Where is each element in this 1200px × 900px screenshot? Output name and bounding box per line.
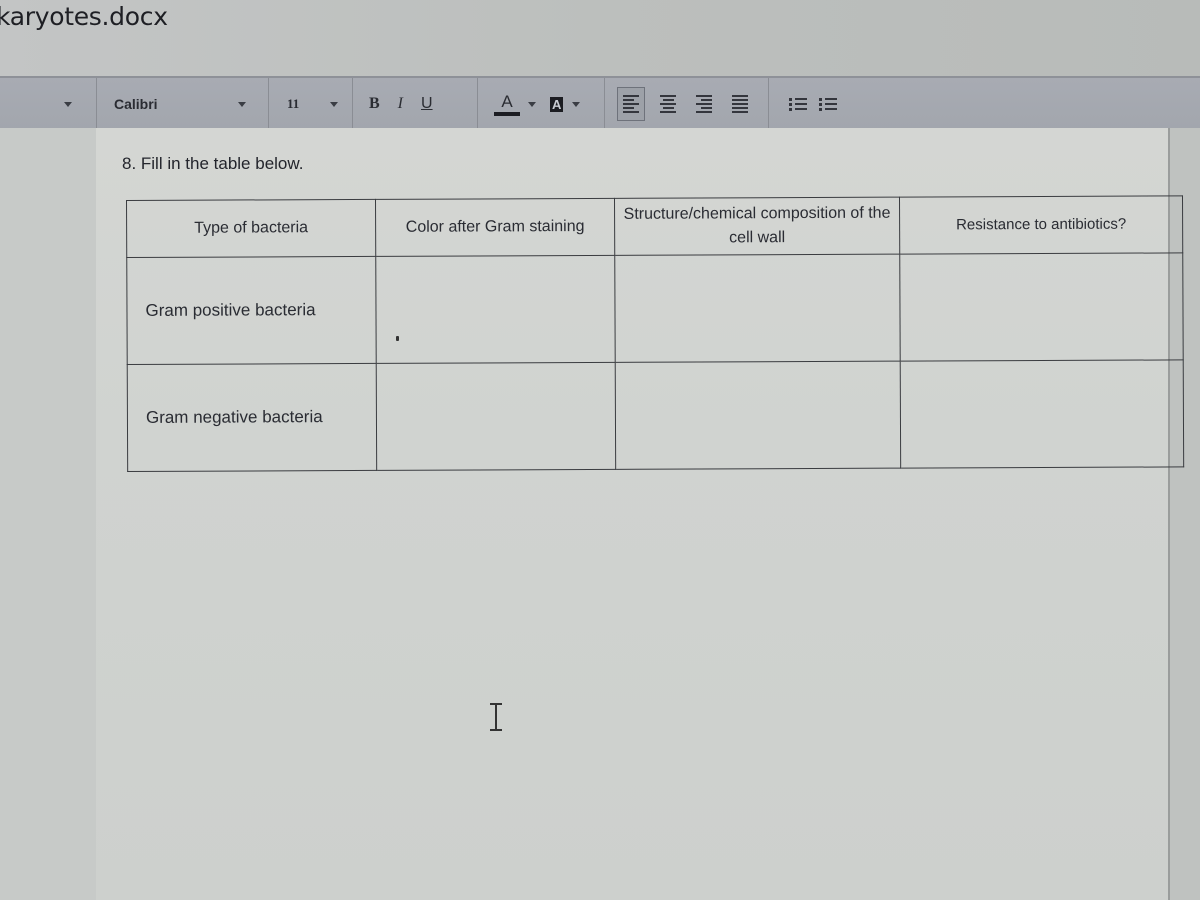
font-size-dropdown[interactable]: 11 [269, 78, 353, 130]
cell-resistance[interactable] [900, 359, 1184, 469]
instruction-text: 8. Fill in the table below. [122, 154, 304, 173]
text-style-group: B I U [353, 78, 478, 130]
style-dropdown[interactable] [0, 78, 97, 130]
highlight-color-button[interactable]: A [550, 96, 564, 112]
document-title: karyotes.docx [0, 2, 168, 31]
header-structure[interactable]: Structure/chemical composition of the ce… [614, 197, 900, 256]
highlight-dropdown-icon[interactable] [572, 101, 581, 107]
cell-structure[interactable] [614, 254, 901, 363]
chevron-down-icon [64, 101, 72, 107]
font-color-button[interactable]: A [494, 92, 520, 116]
align-right-icon [696, 95, 712, 113]
cell-color[interactable] [375, 255, 616, 364]
font-size-value: 11 [287, 96, 300, 111]
alignment-group [605, 78, 769, 130]
color-group: A A [478, 78, 605, 130]
chevron-down-icon [330, 101, 338, 107]
table-row: Gram negative bacteria [127, 359, 1184, 472]
font-name-dropdown[interactable]: Calibri [97, 78, 269, 130]
font-color-dropdown-icon[interactable] [528, 101, 536, 107]
font-color-swatch [494, 112, 520, 116]
bulleted-list-button[interactable] [819, 97, 837, 111]
align-center-button[interactable] [655, 88, 681, 120]
align-right-button[interactable] [691, 88, 717, 120]
numbered-list-button[interactable] [789, 97, 807, 111]
cell-structure[interactable] [615, 361, 901, 470]
table-header-row: Type of bacteria Color after Gram staini… [126, 195, 1183, 258]
align-center-icon [660, 95, 676, 113]
align-left-button[interactable] [617, 87, 645, 121]
formatting-toolbar: Calibri 11 B I U A A [0, 76, 1200, 130]
ibeam-cursor-icon [490, 703, 502, 731]
cell-type[interactable]: Gram negative bacteria [127, 363, 377, 472]
left-margin [0, 128, 96, 900]
header-color[interactable]: Color after Gram staining [375, 198, 615, 257]
list-group [769, 78, 879, 130]
header-type[interactable]: Type of bacteria [126, 199, 376, 258]
underline-button[interactable]: U [421, 95, 433, 113]
justify-icon [732, 95, 748, 113]
cell-type[interactable]: Gram positive bacteria [126, 256, 377, 365]
cell-color[interactable] [376, 362, 616, 471]
bacteria-table: Type of bacteria Color after Gram staini… [126, 195, 1184, 472]
bold-button[interactable]: B [369, 95, 380, 113]
header-resistance[interactable]: Resistance to antibiotics? [899, 195, 1183, 255]
font-name-value: Calibri [114, 96, 158, 112]
align-left-icon [623, 95, 639, 113]
table-row: Gram positive bacteria [126, 252, 1184, 365]
justify-button[interactable] [727, 88, 753, 120]
cell-resistance[interactable] [899, 252, 1184, 362]
font-color-icon: A [501, 92, 513, 111]
italic-button[interactable]: I [398, 95, 403, 113]
chevron-down-icon [238, 101, 246, 107]
title-bar: karyotes.docx [0, 0, 1200, 76]
numbered-list-icon [789, 97, 807, 101]
text-caret [396, 336, 399, 341]
bulleted-list-icon [819, 97, 837, 101]
